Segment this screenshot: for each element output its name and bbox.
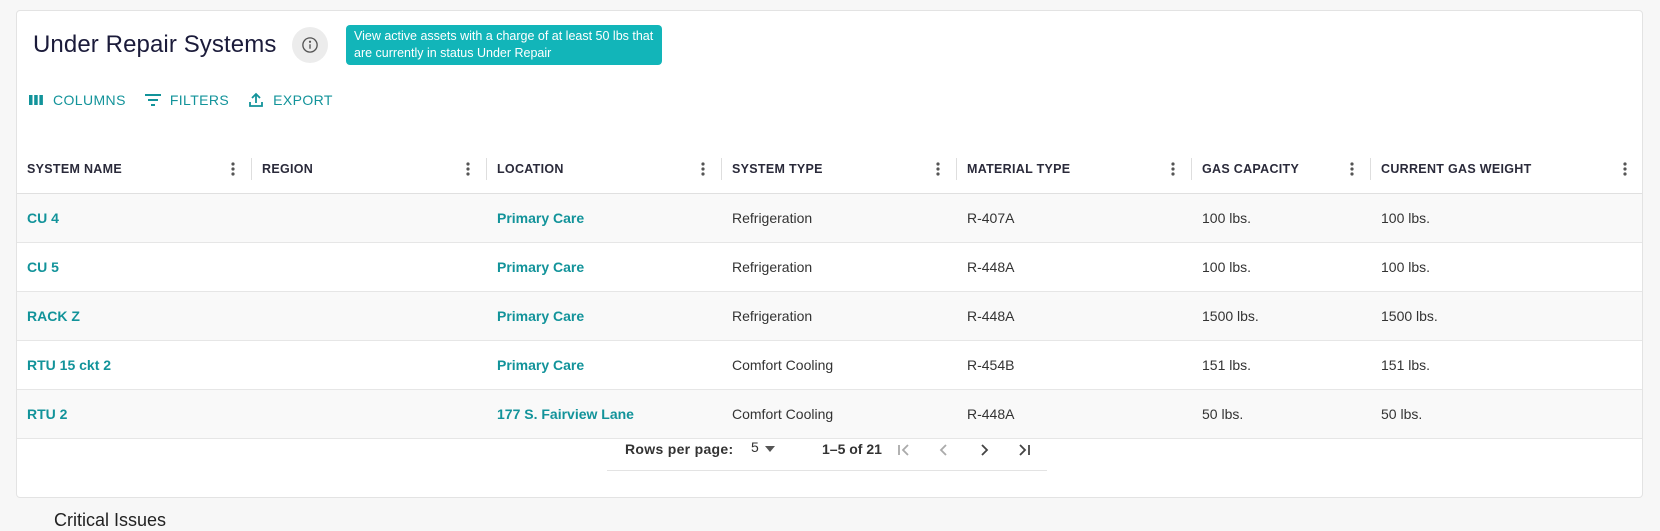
column-menu-icon[interactable]	[929, 160, 947, 178]
rows-per-page-value: 5	[751, 439, 759, 455]
location-link[interactable]: Primary Care	[487, 194, 722, 242]
column-header[interactable]: SYSTEM NAME	[17, 144, 252, 194]
table-cell	[252, 341, 487, 389]
location-link[interactable]: Primary Care	[487, 243, 722, 291]
page-range: 1–5 of 21	[822, 441, 882, 457]
column-menu-icon[interactable]	[224, 160, 242, 178]
table-cell: Comfort Cooling	[732, 357, 834, 373]
systems-table: SYSTEM NAME REGION LOCATION SYSTEM TYPE MATE…	[17, 144, 1642, 439]
pagination-footer: Rows per page: 5 1–5 of 21	[17, 425, 1642, 477]
upload-icon	[247, 91, 265, 109]
table-cell: R-448A	[967, 259, 1015, 275]
table-cell	[252, 243, 487, 291]
column-menu-icon[interactable]	[694, 160, 712, 178]
table-cell	[252, 292, 487, 340]
table-body: CU 4 Primary Care Refrigeration R-407A 100 l…	[17, 194, 1642, 439]
column-header[interactable]: LOCATION	[487, 144, 722, 194]
filters-button[interactable]: FILTERS	[144, 91, 229, 109]
columns-button[interactable]: COLUMNS	[27, 91, 126, 109]
table-row[interactable]: CU 5 Primary Care Refrigeration R-448A 100 l…	[17, 243, 1642, 292]
column-header[interactable]: CURRENT GAS WEIGHT	[1371, 144, 1642, 194]
export-label: EXPORT	[273, 92, 333, 108]
filter-icon	[144, 91, 162, 109]
system-name-link[interactable]: CU 4	[17, 194, 252, 242]
table-cell: Refrigeration	[732, 259, 813, 275]
critical-issues-heading: Critical Issues	[54, 510, 167, 530]
column-menu-icon[interactable]	[459, 160, 477, 178]
column-header[interactable]: MATERIAL TYPE	[957, 144, 1192, 194]
column-header-label: LOCATION	[497, 162, 564, 176]
export-button[interactable]: EXPORT	[247, 91, 333, 109]
page-title: Under Repair Systems	[33, 31, 277, 58]
table-cell: R-454B	[967, 357, 1015, 373]
table-cell: R-448A	[967, 308, 1015, 324]
last-page-button[interactable]	[1010, 436, 1038, 464]
info-icon[interactable]	[292, 27, 329, 63]
column-menu-icon[interactable]	[1616, 160, 1634, 178]
column-header[interactable]: REGION	[252, 144, 487, 194]
columns-label: COLUMNS	[53, 92, 126, 108]
grid-toolbar: COLUMNS FILTERS EXPORT	[27, 91, 333, 109]
table-header: SYSTEM NAME REGION LOCATION SYSTEM TYPE MATE…	[17, 144, 1642, 194]
table-cell: 1500 lbs.	[1202, 308, 1259, 324]
table-cell: 100 lbs.	[1381, 210, 1431, 226]
table-cell: 100 lbs.	[1381, 259, 1431, 275]
footer-divider	[607, 470, 1047, 471]
rows-per-page-label: Rows per page:	[625, 441, 734, 457]
system-name-link[interactable]: CU 5	[17, 243, 252, 291]
rows-per-page-select[interactable]: 5	[751, 439, 775, 455]
table-cell: 151 lbs.	[1202, 357, 1252, 373]
table-cell: 151 lbs.	[1381, 357, 1431, 373]
table-row[interactable]: RTU 15 ckt 2 Primary Care Comfort Cooling R…	[17, 341, 1642, 390]
system-name-link[interactable]: RTU 15 ckt 2	[17, 341, 252, 389]
location-link[interactable]: Primary Care	[487, 341, 722, 389]
system-name-link[interactable]: RACK Z	[17, 292, 252, 340]
caret-down-icon	[764, 439, 775, 455]
chevron-left-icon	[939, 444, 947, 456]
table-row[interactable]: CU 4 Primary Care Refrigeration R-407A 100 l…	[17, 194, 1642, 243]
table-cell: 100 lbs.	[1202, 210, 1252, 226]
first-page-icon	[898, 444, 909, 456]
column-header-label: SYSTEM TYPE	[732, 162, 823, 176]
column-header-label: CURRENT GAS WEIGHT	[1381, 162, 1532, 176]
table-cell	[252, 194, 487, 242]
column-header[interactable]: SYSTEM TYPE	[722, 144, 957, 194]
column-header-label: REGION	[262, 162, 314, 176]
table-cell: 100 lbs.	[1202, 259, 1252, 275]
chevron-right-icon	[981, 444, 989, 456]
table-row[interactable]: RACK Z Primary Care Refrigeration R-448A 150…	[17, 292, 1642, 341]
next-page-button[interactable]	[970, 436, 998, 464]
filters-label: FILTERS	[169, 92, 230, 108]
table-cell: R-407A	[967, 210, 1015, 226]
column-menu-icon[interactable]	[1164, 160, 1182, 178]
table-cell: Refrigeration	[732, 308, 813, 324]
column-header[interactable]: GAS CAPACITY	[1192, 144, 1371, 194]
table-cell: Refrigeration	[732, 210, 813, 226]
last-page-icon	[1019, 444, 1030, 456]
table-cell: 1500 lbs.	[1381, 308, 1438, 324]
column-menu-icon[interactable]	[1343, 160, 1361, 178]
info-tooltip: View active assets with a charge of at l…	[346, 25, 662, 65]
columns-icon	[27, 91, 45, 109]
under-repair-card: Under Repair Systems View active assets …	[16, 10, 1643, 498]
column-header-label: SYSTEM NAME	[27, 162, 122, 176]
card-header: Under Repair Systems	[33, 27, 329, 63]
pager	[890, 436, 1038, 464]
column-header-label: GAS CAPACITY	[1202, 162, 1300, 176]
previous-page-button[interactable]	[930, 436, 958, 464]
column-header-label: MATERIAL TYPE	[967, 162, 1071, 176]
location-link[interactable]: Primary Care	[487, 292, 722, 340]
first-page-button[interactable]	[890, 436, 918, 464]
